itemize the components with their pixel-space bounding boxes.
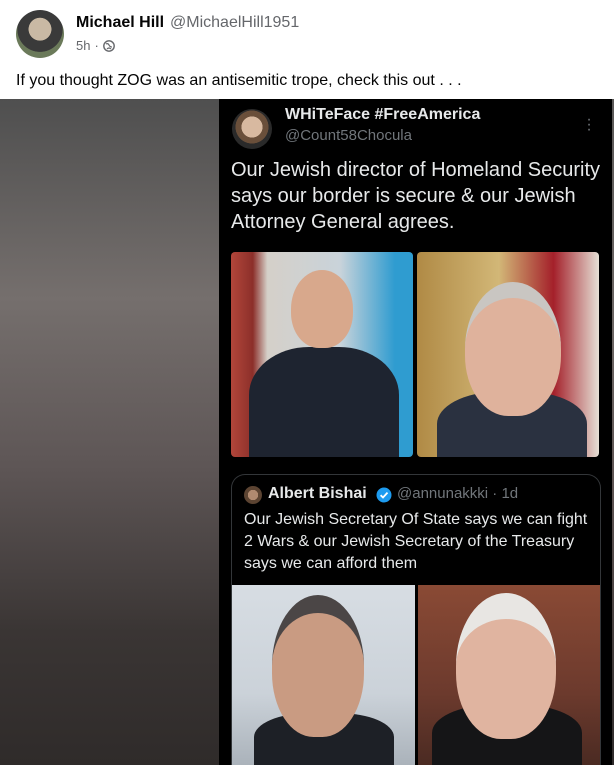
quoted-text: Our Jewish Secretary Of State says we ca… — [244, 511, 588, 572]
author-handle[interactable]: @MichaelHill1951 — [170, 14, 299, 31]
quoted-tweet: Albert Bishai @annunakkki · 1d Our Jewis… — [231, 474, 601, 765]
tweet-avatar — [232, 109, 272, 149]
author-line: Michael Hill @MichaelHill1951 — [76, 14, 299, 32]
verified-badge-icon — [376, 487, 392, 503]
tweet-screenshot: WHiTeFace #FreeAmerica @Count58Chocula ·… — [219, 99, 612, 765]
photo-figure-head — [272, 595, 364, 737]
blurred-background — [0, 99, 220, 765]
photo-figure-suit — [249, 347, 399, 457]
tweet-handle: @Count58Chocula — [285, 127, 412, 144]
meta-separator: · — [94, 38, 99, 53]
tweet-display-name: WHiTeFace #FreeAmerica — [285, 106, 481, 123]
quoted-photo-left — [232, 585, 415, 765]
post-caption: If you thought ZOG was an antisemitic tr… — [16, 72, 462, 89]
quoted-photo-right — [418, 585, 600, 765]
post-timestamp[interactable]: 5h — [76, 38, 90, 53]
tweet-text: Our Jewish director of Homeland Security… — [231, 159, 601, 233]
post-header: Michael Hill @MichaelHill1951 5h · — [0, 0, 614, 68]
quoted-handle-time: @annunakkki · 1d — [397, 485, 519, 502]
photo-figure-head — [291, 270, 353, 348]
tweet-photo-right — [417, 252, 599, 457]
photo-figure-head — [456, 593, 556, 739]
tweet-photo-left — [231, 252, 413, 457]
author-name[interactable]: Michael Hill — [76, 14, 164, 31]
globe-icon[interactable] — [102, 39, 115, 52]
photo-figure-head — [465, 282, 561, 416]
post-media[interactable]: WHiTeFace #FreeAmerica @Count58Chocula ·… — [0, 99, 614, 765]
author-avatar[interactable] — [16, 10, 64, 58]
quoted-avatar — [244, 486, 262, 504]
more-vertical-icon: · · · — [586, 111, 592, 138]
quoted-display-name: Albert Bishai — [268, 485, 367, 502]
post-meta: 5h · — [76, 38, 115, 53]
